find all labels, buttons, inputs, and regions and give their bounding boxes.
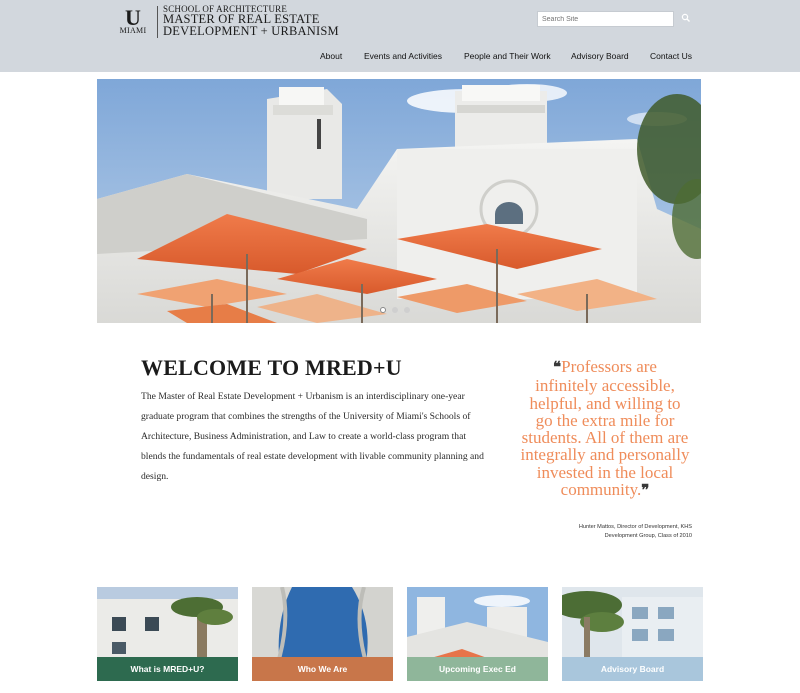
quote-text: Professors are infinitely accessible, he… [520,357,690,500]
tile-upcoming-exec-ed[interactable]: Upcoming Exec Ed [407,587,548,681]
program-title-line-2: DEVELOPMENT + URBANISM [163,24,339,38]
search-input[interactable] [537,11,674,27]
program-title[interactable]: MASTER OF REAL ESTATE DEVELOPMENT + URBA… [163,13,383,38]
nav-item-people[interactable]: People and Their Work [464,51,551,61]
tile-advisory-board[interactable]: Advisory Board [562,587,703,681]
nav-item-about[interactable]: About [320,51,342,61]
main-nav: About Events and Activities People and T… [0,51,800,65]
carousel-dot-2[interactable] [392,307,398,313]
search-icon[interactable] [680,12,692,24]
carousel-dot-1[interactable] [380,307,386,313]
hero-image [97,79,701,323]
testimonial-quote: ❝Professors are infinitely accessible, h… [520,358,690,500]
logo-divider [157,6,158,38]
quote-attribution: Hunter Mattos, Director of Development, … [530,523,692,541]
welcome-body: The Master of Real Estate Development + … [141,391,484,482]
nav-item-contact[interactable]: Contact Us [650,51,692,61]
tile-label: Advisory Board [562,657,703,681]
carousel-dot-3[interactable] [404,307,410,313]
attribution-line-2: Development Group, Class of 2010 [604,533,692,539]
nav-item-events[interactable]: Events and Activities [364,51,442,61]
tile-label: Upcoming Exec Ed [407,657,548,681]
logo-wordmark: MIAMI [119,26,147,35]
nav-item-advisory-board[interactable]: Advisory Board [571,51,629,61]
site-header: U MIAMI SCHOOL OF ARCHITECTURE MASTER OF… [0,0,800,72]
tile-what-is-mredu[interactable]: What is MRED+U? [97,587,238,681]
attribution-line-1: Hunter Mattos, Director of Development, … [578,524,692,530]
welcome-title: WELCOME TO MRED+U [141,355,402,380]
tile-who-we-are[interactable]: Who We Are [252,587,393,681]
hero-carousel[interactable] [97,79,701,323]
close-quote-icon: ❞ [641,483,650,500]
tile-label: Who We Are [252,657,393,681]
open-quote-icon: ❝ [553,360,562,376]
tile-label: What is MRED+U? [97,657,238,681]
